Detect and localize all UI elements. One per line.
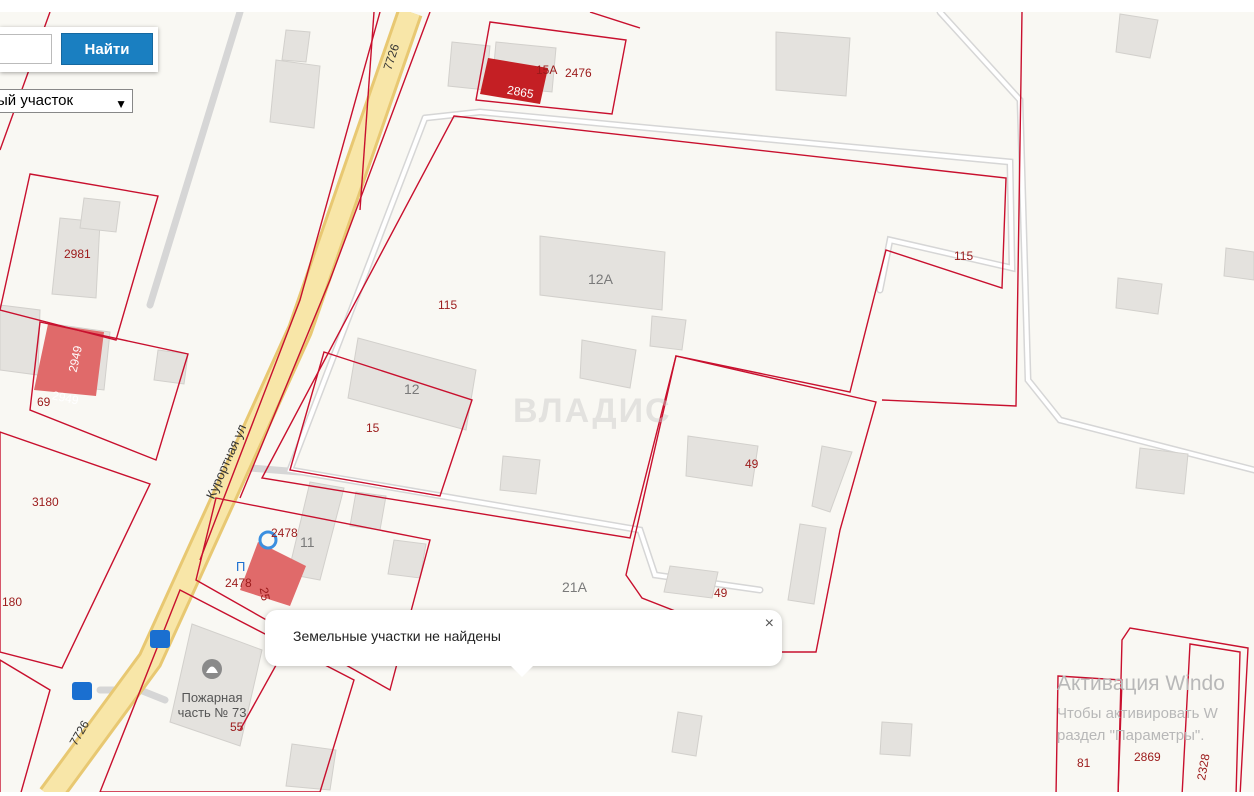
parcel-label-2478: 2478 <box>225 576 252 590</box>
parcel-label-3180: 3180 <box>32 495 59 509</box>
search-input[interactable] <box>0 34 52 64</box>
parcel-label-15a: 15А <box>536 63 558 77</box>
windows-activation-line: раздел "Параметры". <box>1057 727 1205 744</box>
parcel-label-55: 55 <box>230 720 244 734</box>
parcel-label-49: 49 <box>745 457 759 471</box>
building-label-12a: 12А <box>588 271 613 287</box>
parcel-label-2478: 2478 <box>271 526 298 540</box>
close-icon[interactable]: × <box>765 615 774 633</box>
parcel-label-49: 49 <box>714 586 728 600</box>
building-label-12: 12 <box>404 381 420 397</box>
parcel-label-2981: 2981 <box>64 247 91 261</box>
building-label-21a: 21А <box>562 579 587 595</box>
parcel-label-2476: 2476 <box>565 66 592 80</box>
page-bottom-edge <box>0 792 1254 796</box>
fire-station-label: Пожарная часть № 73 <box>177 690 247 720</box>
building-label-11: 11 <box>300 534 315 550</box>
info-popup: Земельные участки не найдены × <box>265 610 782 677</box>
cadastral-map[interactable]: ВЛАДИС 2476 2865 15А 2981 2949 2949 69 1… <box>0 12 1254 796</box>
object-type-select[interactable]: ый участок ▼ <box>0 89 133 113</box>
bus-stop-icon <box>72 682 92 700</box>
popup-tail <box>510 665 534 677</box>
building-label-p: П <box>236 559 246 574</box>
search-toolbar: Найти <box>0 27 158 72</box>
parcel-label-2869: 2869 <box>1134 750 1161 764</box>
parcel-label-81: 81 <box>1077 756 1091 770</box>
parcel-label-25: 25 <box>256 586 273 602</box>
windows-activation-line: Чтобы активировать W <box>1057 705 1218 722</box>
object-type-value: ый участок <box>0 92 74 109</box>
parcel-label-115: 115 <box>954 249 974 263</box>
watermark: ВЛАДИС <box>513 392 672 430</box>
parcel-label-180: 180 <box>2 595 23 609</box>
parcel-label-69: 69 <box>37 395 51 409</box>
windows-activation-title: Активация Windo <box>1057 672 1225 695</box>
bus-stop-icon <box>150 630 170 648</box>
popup-message: Земельные участки не найдены <box>293 628 501 644</box>
chevron-down-icon: ▼ <box>115 97 127 111</box>
find-button[interactable]: Найти <box>61 33 153 65</box>
parcel-label-15: 15 <box>366 421 380 435</box>
parcel-label-115: 115 <box>438 298 458 312</box>
